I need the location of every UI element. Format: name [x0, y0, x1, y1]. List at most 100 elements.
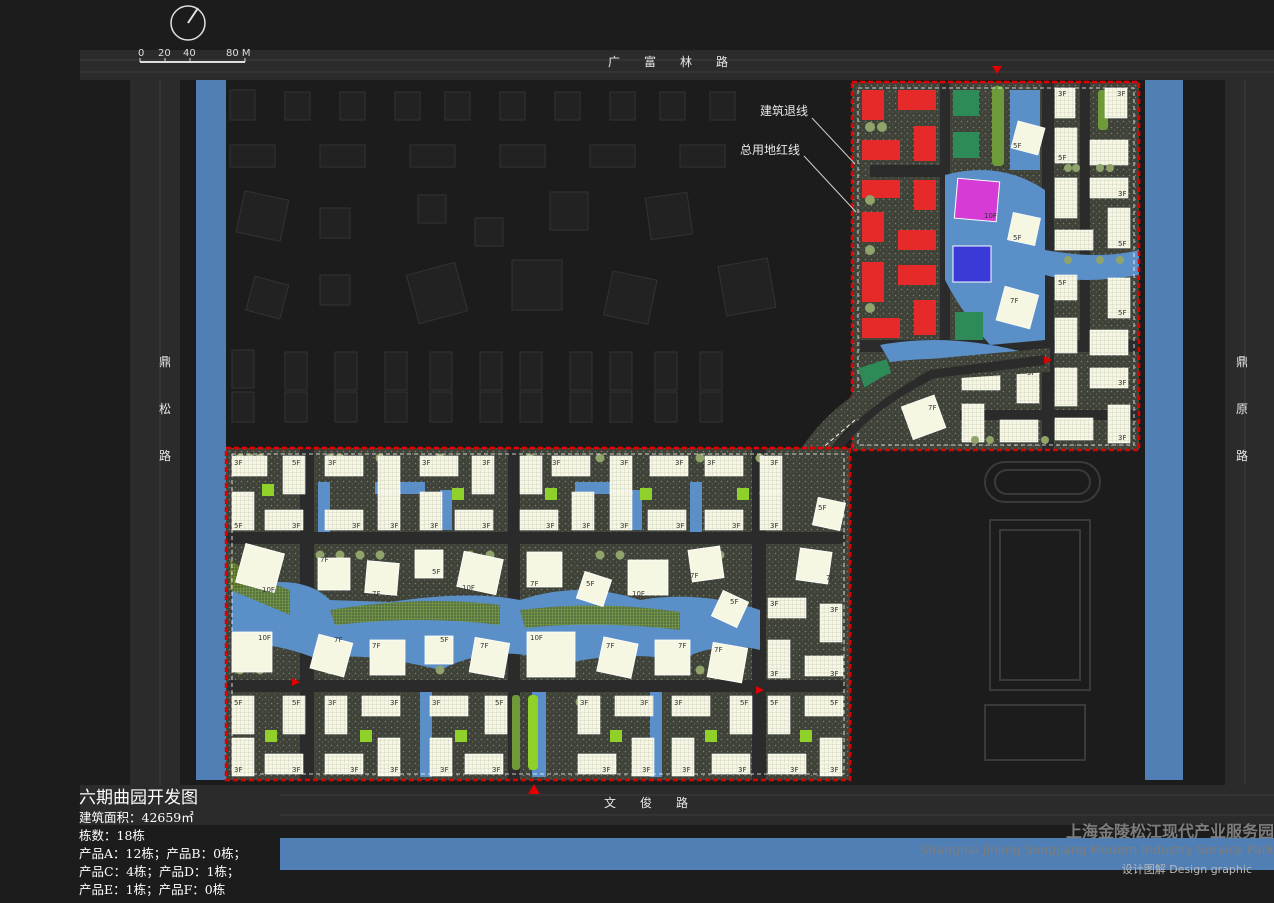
svg-text:5F: 5F	[730, 598, 738, 606]
svg-text:5F: 5F	[770, 699, 778, 707]
brand-block: 上海金陵松江现代产业服务园 Shanghai Jinling Songjiang…	[920, 818, 1274, 877]
svg-text:5F: 5F	[495, 699, 503, 707]
svg-text:3F: 3F	[350, 766, 358, 774]
svg-text:松: 松	[159, 402, 171, 416]
svg-text:10F: 10F	[258, 634, 271, 642]
site-plan-map: 3F 3F 5F 3F 5F 5F 5F 3F 5F 3F 3F 7F 7F 5…	[0, 0, 1274, 903]
svg-text:5F: 5F	[1013, 234, 1021, 242]
svg-text:路: 路	[159, 448, 171, 463]
svg-text:3F: 3F	[620, 522, 628, 530]
product-cd-text: 产品C：4栋；产品D：1栋；	[79, 864, 240, 879]
svg-text:7F: 7F	[1010, 297, 1018, 305]
svg-text:5F: 5F	[1118, 240, 1126, 248]
svg-text:3F: 3F	[830, 606, 838, 614]
svg-text:3F: 3F	[770, 522, 778, 530]
svg-text:7F: 7F	[678, 642, 686, 650]
svg-text:3F: 3F	[1118, 190, 1126, 198]
svg-text:3F: 3F	[790, 766, 798, 774]
svg-text:3F: 3F	[390, 522, 398, 530]
product-ef-text: 产品E：1栋；产品F：0栋	[79, 882, 226, 897]
svg-text:5F: 5F	[740, 699, 748, 707]
svg-text:5F: 5F	[234, 522, 242, 530]
svg-text:鼎: 鼎	[1236, 355, 1248, 369]
svg-text:7F: 7F	[372, 590, 380, 598]
svg-text:5F: 5F	[432, 568, 440, 576]
svg-text:3F: 3F	[1118, 379, 1126, 387]
svg-text:3F: 3F	[770, 459, 778, 467]
svg-text:5F: 5F	[440, 636, 448, 644]
svg-text:3F: 3F	[640, 699, 648, 707]
svg-text:5F: 5F	[586, 580, 594, 588]
svg-text:3F: 3F	[432, 699, 440, 707]
svg-text:7F: 7F	[690, 572, 698, 580]
svg-text:3F: 3F	[770, 600, 778, 608]
svg-text:3F: 3F	[830, 766, 838, 774]
svg-text:3F: 3F	[552, 459, 560, 467]
road-label-south: 文 俊 路	[604, 795, 688, 810]
svg-text:7F: 7F	[714, 646, 722, 654]
svg-text:3F: 3F	[770, 670, 778, 678]
svg-text:3F: 3F	[642, 766, 650, 774]
svg-text:3F: 3F	[602, 766, 610, 774]
svg-text:3F: 3F	[707, 459, 715, 467]
svg-text:路: 路	[1236, 448, 1248, 463]
svg-text:3F: 3F	[482, 459, 490, 467]
svg-text:3F: 3F	[582, 522, 590, 530]
svg-text:5F: 5F	[234, 699, 242, 707]
svg-text:10F: 10F	[262, 586, 275, 594]
svg-text:3F: 3F	[328, 459, 336, 467]
brand-caption: 设计图解 Design graphic	[1121, 863, 1252, 876]
svg-text:5F: 5F	[1058, 279, 1066, 287]
product-blue-building	[952, 245, 992, 283]
svg-text:3F: 3F	[1058, 90, 1066, 98]
svg-text:5F: 5F	[292, 699, 300, 707]
svg-text:0: 0	[138, 48, 144, 59]
count-text: 栋数：18栋	[79, 828, 145, 843]
svg-text:7F: 7F	[334, 636, 342, 644]
svg-text:3F: 3F	[1118, 434, 1126, 442]
svg-text:3F: 3F	[580, 699, 588, 707]
svg-text:7F: 7F	[480, 642, 488, 650]
svg-text:3F: 3F	[440, 766, 448, 774]
svg-text:3F: 3F	[390, 766, 398, 774]
svg-text:3F: 3F	[352, 522, 360, 530]
svg-text:5F: 5F	[1118, 309, 1126, 317]
svg-text:3F: 3F	[674, 699, 682, 707]
svg-text:3F: 3F	[482, 522, 490, 530]
brand-en: Shanghai Jinling Songjiang Modern Indust…	[920, 842, 1274, 857]
svg-text:3F: 3F	[546, 522, 554, 530]
svg-text:7F: 7F	[320, 556, 328, 564]
svg-text:3F: 3F	[620, 459, 628, 467]
svg-text:7F: 7F	[928, 404, 936, 412]
brand-cn: 上海金陵松江现代产业服务园	[1065, 822, 1274, 841]
svg-text:5F: 5F	[1013, 142, 1021, 150]
svg-text:3F: 3F	[492, 766, 500, 774]
svg-text:7F: 7F	[826, 574, 834, 582]
svg-text:3F: 3F	[682, 766, 690, 774]
red-line-label: 总用地红线	[740, 142, 800, 157]
site-sw: 3F 5F 3F 3F 3F 3F 3F 3F 3F 3F 5F 3F 3F 3F 3F 3F …	[224, 446, 852, 782]
svg-text:40: 40	[183, 48, 196, 59]
svg-text:80 M: 80 M	[226, 48, 251, 59]
svg-text:5F: 5F	[1058, 154, 1066, 162]
svg-text:3F: 3F	[234, 766, 242, 774]
svg-text:10F: 10F	[632, 590, 645, 598]
svg-text:3F: 3F	[422, 459, 430, 467]
svg-text:7F: 7F	[372, 642, 380, 650]
svg-text:3F: 3F	[292, 766, 300, 774]
svg-text:3F: 3F	[675, 459, 683, 467]
svg-text:20: 20	[158, 48, 171, 59]
svg-text:3F: 3F	[738, 766, 746, 774]
area-text: 建筑面积：42659㎡	[79, 810, 194, 825]
svg-text:10F: 10F	[462, 584, 475, 592]
svg-text:10F: 10F	[530, 634, 543, 642]
product-ab-text: 产品A：12栋；产品B：0栋；	[79, 846, 247, 861]
svg-text:3F: 3F	[830, 670, 838, 678]
svg-text:10F: 10F	[984, 212, 997, 220]
setback-line-label: 建筑退线	[760, 103, 808, 118]
svg-text:原: 原	[1236, 402, 1248, 416]
svg-text:鼎: 鼎	[159, 355, 171, 369]
svg-text:7F: 7F	[530, 580, 538, 588]
legend-panel: 六期曲园开发图 建筑面积：42659㎡ 栋数：18栋 产品A：12栋；产品B：0…	[79, 787, 277, 899]
svg-text:3F: 3F	[732, 522, 740, 530]
